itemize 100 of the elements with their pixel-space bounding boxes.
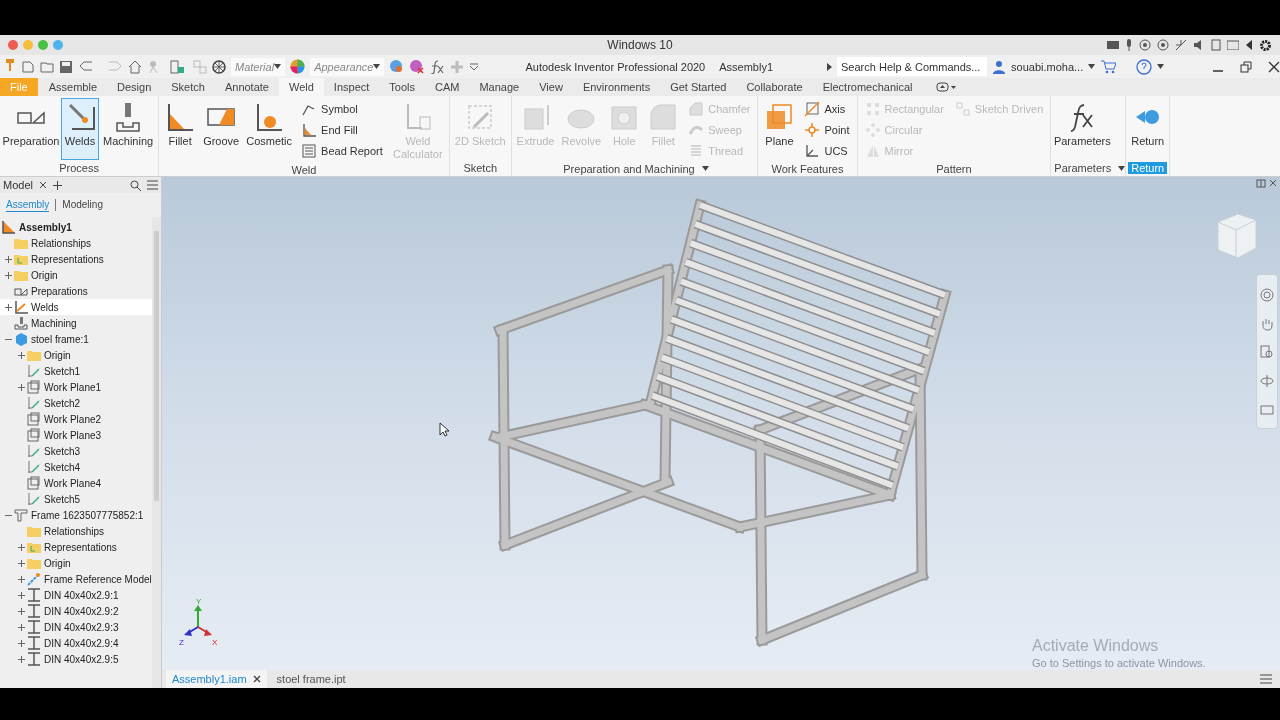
customize-icon[interactable]	[469, 61, 480, 72]
zoom-icon[interactable]	[1260, 345, 1274, 360]
ribbon-tab[interactable]: Environments	[572, 78, 661, 96]
search-icon[interactable]	[130, 179, 141, 191]
tree-item[interactable]: Origin	[0, 267, 152, 283]
home-icon[interactable]	[128, 59, 142, 74]
settings-icon[interactable]	[1259, 38, 1272, 52]
cart-icon[interactable]	[1100, 59, 1117, 74]
tree-item[interactable]: Frame 1623507775852:1	[0, 507, 152, 523]
function-icon[interactable]	[429, 59, 446, 74]
panel-subtab[interactable]: Modeling	[62, 198, 103, 212]
document-tab[interactable]: stoel frame.ipt	[270, 670, 352, 688]
ribbon-tab[interactable]: Weld	[278, 78, 324, 96]
tree-item[interactable]: DIN 40x40x2.9:3	[0, 619, 152, 635]
expand-icon[interactable]	[17, 351, 25, 359]
expand-icon[interactable]	[17, 383, 25, 391]
tree-item[interactable]: Sketch3	[0, 443, 152, 459]
expand-icon[interactable]	[17, 655, 25, 663]
ribbon-tool-button[interactable]: Welds	[61, 98, 99, 160]
ribbon-tab[interactable]: Tools	[379, 78, 425, 96]
ribbon-tab[interactable]: CAM	[425, 78, 470, 96]
microphone-icon[interactable]	[1125, 39, 1133, 51]
expand-icon[interactable]	[17, 591, 25, 599]
tree-item[interactable]: DIN 40x40x2.9:5	[0, 651, 152, 667]
close-icon[interactable]	[252, 675, 261, 683]
material-dropdown[interactable]: Material	[231, 57, 286, 76]
help-icon[interactable]	[1136, 58, 1153, 75]
tree-item[interactable]: DIN 40x40x2.9:4	[0, 635, 152, 651]
tree-item[interactable]: DIN 40x40x2.9:2	[0, 603, 152, 619]
disc-icon[interactable]	[1139, 39, 1151, 51]
zoom-dot[interactable]	[38, 40, 48, 50]
caret-icon[interactable]	[1157, 64, 1165, 69]
close-icon[interactable]	[1268, 60, 1280, 73]
ribbon-tab[interactable]: Inspect	[323, 78, 380, 96]
tree-item[interactable]: Work Plane3	[0, 427, 152, 443]
orbit-icon[interactable]	[1260, 374, 1274, 389]
ribbon-tool-button[interactable]: Groove	[200, 98, 243, 164]
user-name[interactable]: souabi.moha...	[1011, 60, 1084, 73]
ribbon-tab[interactable]: Annotate	[214, 78, 279, 96]
tree-item[interactable]: Preparations	[0, 283, 152, 299]
open-folder-icon[interactable]	[40, 59, 54, 74]
expand-icon[interactable]	[17, 607, 25, 615]
steering-wheel-icon[interactable]	[1260, 288, 1274, 303]
ribbon-tool-button[interactable]: End Fill	[300, 121, 384, 138]
clear-appearance-icon[interactable]	[409, 59, 425, 74]
expand-icon[interactable]	[4, 255, 12, 263]
tree-item[interactable]: Sketch1	[0, 363, 152, 379]
tree-item[interactable]: Frame Reference Model	[0, 571, 152, 587]
expand-icon[interactable]	[4, 271, 12, 279]
expand-icon[interactable]	[4, 303, 12, 311]
ribbon-tool-button[interactable]: UCS	[803, 142, 851, 159]
tree-item[interactable]: DIN 40x40x2.9:1	[0, 587, 152, 603]
ribbon-tab[interactable]: Design	[107, 78, 162, 96]
panel-tab[interactable]: Model	[3, 179, 33, 191]
ribbon-tool-button[interactable]: Machining	[100, 98, 157, 160]
color-wheel-icon[interactable]	[290, 59, 306, 74]
tree-item[interactable]: Assembly1	[0, 219, 152, 235]
folder-icon[interactable]	[1227, 40, 1239, 50]
ribbon-tool-button[interactable]: Axis	[803, 100, 851, 117]
ribbon-tool-button[interactable]: Return	[1128, 98, 1168, 160]
caret-icon[interactable]	[701, 166, 709, 171]
save-icon[interactable]	[59, 59, 73, 74]
tree-item[interactable]: Representations	[0, 539, 152, 555]
expand-icon[interactable]	[17, 623, 25, 631]
disc-icon[interactable]	[1157, 39, 1169, 51]
tree-item[interactable]: Origin	[0, 555, 152, 571]
material-ball-icon[interactable]	[212, 59, 226, 74]
ribbon-tab[interactable]: View	[529, 78, 573, 96]
search-field[interactable]: Search Help & Commands...	[837, 57, 988, 76]
new-file-icon[interactable]	[21, 59, 35, 74]
scrollbar[interactable]	[151, 217, 161, 688]
tree-item[interactable]: Sketch4	[0, 459, 152, 475]
tree-item[interactable]: Relationships	[0, 235, 152, 251]
ribbon-tab[interactable]: Electromechanical	[812, 78, 923, 96]
restore-icon[interactable]	[1240, 60, 1253, 73]
tree-item[interactable]: Machining	[0, 315, 152, 331]
ribbon-tool-button[interactable]: Plane	[760, 98, 799, 161]
ribbon-tool-button[interactable]: Parameters	[1053, 98, 1112, 160]
tree-item[interactable]: Origin	[0, 347, 152, 363]
ribbon-tool-button[interactable]: Bead Report	[300, 142, 384, 159]
expand-arrow-icon[interactable]	[827, 62, 833, 71]
tree-item[interactable]: Work Plane4	[0, 475, 152, 491]
ribbon-tool-button[interactable]: Fillet	[161, 98, 200, 164]
close-dot[interactable]	[8, 40, 18, 50]
ribbon-tab[interactable]: Collaborate	[736, 78, 813, 96]
tree-item[interactable]: Relationships	[0, 523, 152, 539]
tree-item[interactable]: Work Plane1	[0, 379, 152, 395]
restore-icon[interactable]	[1256, 179, 1266, 188]
ribbon-tool-button[interactable]: Preparation	[2, 98, 60, 160]
adjust-appearance-icon[interactable]	[389, 59, 405, 74]
caret-icon[interactable]	[1118, 165, 1126, 171]
tree-item[interactable]: Sketch2	[0, 395, 152, 411]
ribbon-tool-button[interactable]: Point	[803, 121, 851, 138]
tree-item[interactable]: Sketch5	[0, 491, 152, 507]
back-icon[interactable]	[1245, 40, 1253, 50]
tree-item[interactable]: Welds	[0, 299, 152, 315]
tree-item[interactable]: stoel frame:1	[0, 331, 152, 347]
caret-icon[interactable]	[1088, 64, 1096, 69]
tablet-icon[interactable]	[1211, 39, 1221, 51]
plus-icon[interactable]	[52, 180, 62, 190]
